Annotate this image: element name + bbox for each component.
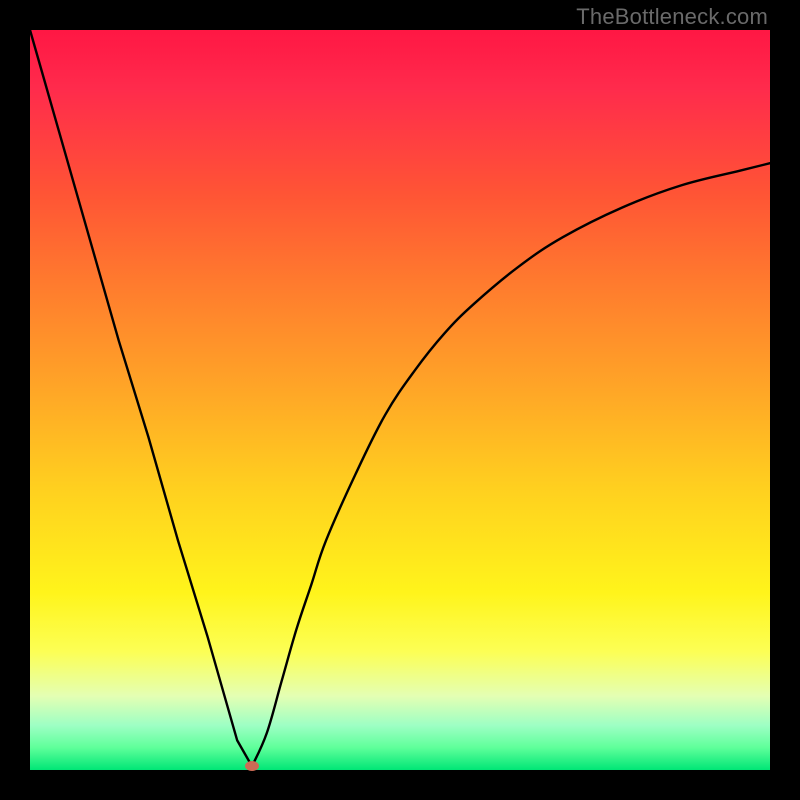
watermark-text: TheBottleneck.com	[576, 4, 768, 30]
bottleneck-curve	[30, 30, 770, 770]
chart-frame: TheBottleneck.com	[0, 0, 800, 800]
plot-area	[30, 30, 770, 770]
curve-path	[30, 30, 770, 766]
